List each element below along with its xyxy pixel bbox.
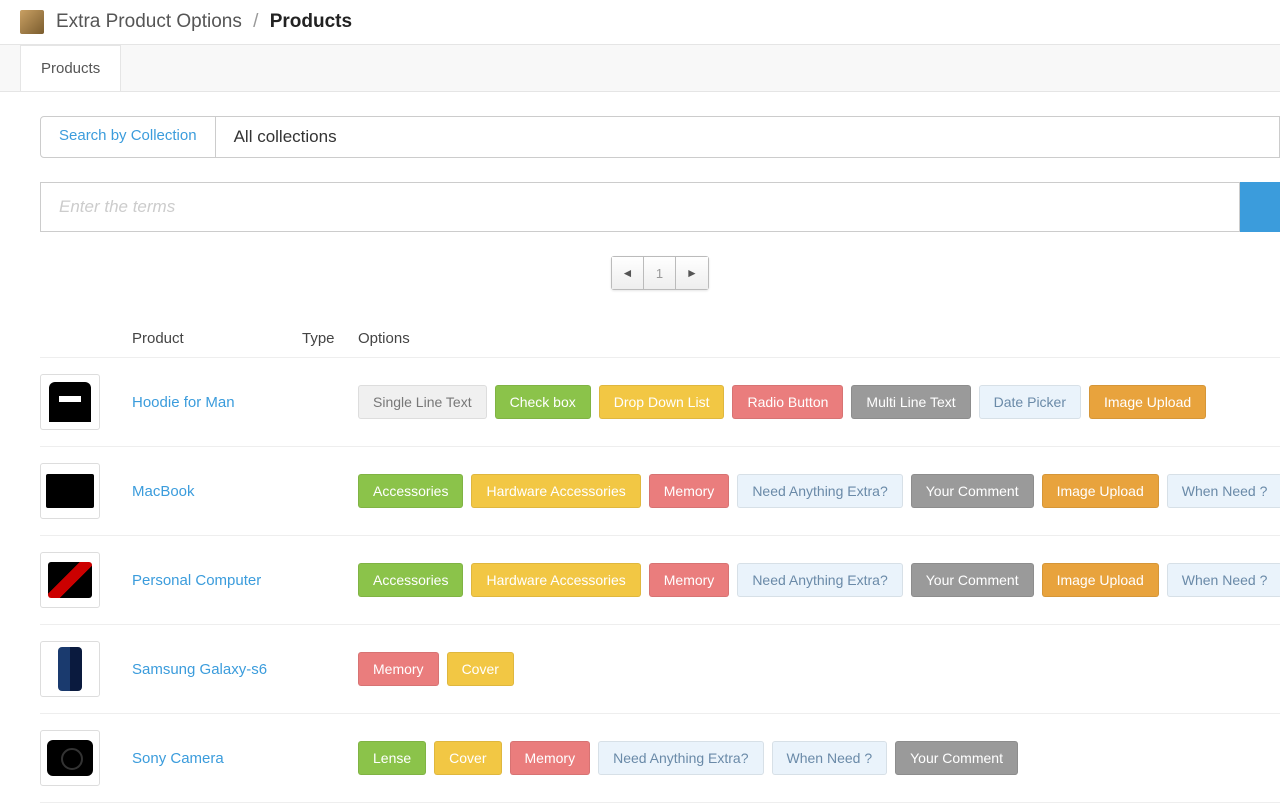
- pagination-prev[interactable]: ◄: [612, 257, 644, 289]
- product-name-link[interactable]: Personal Computer: [132, 572, 302, 589]
- header: Extra Product Options / Products: [0, 0, 1280, 45]
- search-button[interactable]: [1240, 182, 1280, 232]
- table-row: Sony Camera LenseCover MemoryNeed Anything…: [40, 714, 1280, 803]
- product-thumbnail[interactable]: [40, 374, 100, 430]
- product-thumbnail[interactable]: [40, 463, 100, 519]
- collection-filter-label[interactable]: Search by Collection: [40, 116, 216, 158]
- option-badge[interactable]: Memory: [649, 563, 730, 597]
- option-badge[interactable]: Lense: [358, 741, 426, 775]
- col-product: Product: [132, 330, 302, 347]
- col-thumbnail: [40, 330, 132, 347]
- option-badge[interactable]: Cover: [434, 741, 501, 775]
- option-badge[interactable]: Memory: [358, 652, 439, 686]
- table-row: Personal Computer AccessoriesHardware Acc…: [40, 536, 1280, 625]
- product-name-link[interactable]: Hoodie for Man: [132, 394, 302, 411]
- product-thumbnail-icon: [48, 562, 92, 598]
- tabs: Products: [0, 45, 1280, 92]
- collection-filter: Search by Collection All collections: [40, 116, 1280, 158]
- table-row: Hoodie for ManSingle Line TextCheck boxD…: [40, 358, 1280, 447]
- product-options: MemoryCover: [358, 652, 1280, 686]
- option-badge[interactable]: Image Upload: [1089, 385, 1206, 419]
- option-badge[interactable]: Accessories: [358, 563, 463, 597]
- pagination: ◄ 1 ►: [40, 256, 1280, 290]
- option-badge[interactable]: When Need ?: [772, 741, 888, 775]
- option-badge[interactable]: Radio Button: [732, 385, 843, 419]
- product-thumbnail-icon: [46, 474, 94, 508]
- app-logo: [20, 10, 44, 34]
- option-badge[interactable]: Hardware Accessories: [471, 474, 640, 508]
- option-badge[interactable]: Hardware Accessories: [471, 563, 640, 597]
- breadcrumb-parent[interactable]: Extra Product Options: [56, 11, 242, 32]
- col-type: Type: [302, 330, 358, 347]
- option-badge[interactable]: Need Anything Extra?: [737, 563, 902, 597]
- product-thumbnail-icon: [58, 647, 82, 691]
- option-badge[interactable]: Memory: [649, 474, 730, 508]
- product-name-link[interactable]: Sony Camera: [132, 750, 302, 767]
- product-thumbnail-icon: [49, 382, 91, 422]
- breadcrumb-current: Products: [270, 11, 352, 32]
- option-badge[interactable]: Image Upload: [1042, 563, 1159, 597]
- col-options: Options: [358, 330, 1280, 347]
- option-badge[interactable]: Your Comment: [895, 741, 1018, 775]
- pagination-box: ◄ 1 ►: [611, 256, 709, 290]
- product-thumbnail[interactable]: [40, 641, 100, 697]
- option-badge[interactable]: Date Picker: [979, 385, 1081, 419]
- breadcrumb-separator: /: [253, 11, 258, 32]
- search-input[interactable]: [40, 182, 1240, 232]
- table-row: Samsung Galaxy-s6 MemoryCover: [40, 625, 1280, 714]
- collection-select[interactable]: All collections: [216, 116, 1280, 158]
- product-name-link[interactable]: Samsung Galaxy-s6: [132, 661, 302, 678]
- product-options: LenseCover MemoryNeed Anything Extra? When…: [358, 741, 1280, 775]
- option-badge[interactable]: Image Upload: [1042, 474, 1159, 508]
- product-thumbnail[interactable]: [40, 730, 100, 786]
- option-badge[interactable]: Check box: [495, 385, 591, 419]
- option-badge[interactable]: Drop Down List: [599, 385, 725, 419]
- option-badge[interactable]: When Need ?: [1167, 563, 1280, 597]
- product-name-link[interactable]: MacBook: [132, 483, 302, 500]
- option-badge[interactable]: Multi Line Text: [851, 385, 970, 419]
- option-badge[interactable]: When Need ?: [1167, 474, 1280, 508]
- table-row: MacBook AccessoriesHardware Accessories Me…: [40, 447, 1280, 536]
- table-header: Product Type Options: [40, 320, 1280, 358]
- pagination-next[interactable]: ►: [676, 257, 708, 289]
- tab-products[interactable]: Products: [20, 45, 121, 91]
- option-badge[interactable]: Memory: [510, 741, 591, 775]
- table-body: Hoodie for ManSingle Line TextCheck boxD…: [40, 358, 1280, 803]
- option-badge[interactable]: Your Comment: [911, 563, 1034, 597]
- option-badge[interactable]: Single Line Text: [358, 385, 487, 419]
- breadcrumb: Extra Product Options / Products: [56, 11, 352, 33]
- option-badge[interactable]: Accessories: [358, 474, 463, 508]
- option-badge[interactable]: Need Anything Extra?: [737, 474, 902, 508]
- search-row: [40, 182, 1280, 232]
- content: Search by Collection All collections ◄ 1…: [0, 92, 1280, 803]
- product-options: Single Line TextCheck boxDrop Down ListR…: [358, 385, 1280, 419]
- option-badge[interactable]: Need Anything Extra?: [598, 741, 763, 775]
- option-badge[interactable]: Your Comment: [911, 474, 1034, 508]
- product-thumbnail-icon: [47, 740, 93, 776]
- option-badge[interactable]: Cover: [447, 652, 514, 686]
- product-options: AccessoriesHardware Accessories MemoryNee…: [358, 563, 1280, 597]
- pagination-page: 1: [644, 257, 676, 289]
- product-options: AccessoriesHardware Accessories MemoryNee…: [358, 474, 1280, 508]
- product-thumbnail[interactable]: [40, 552, 100, 608]
